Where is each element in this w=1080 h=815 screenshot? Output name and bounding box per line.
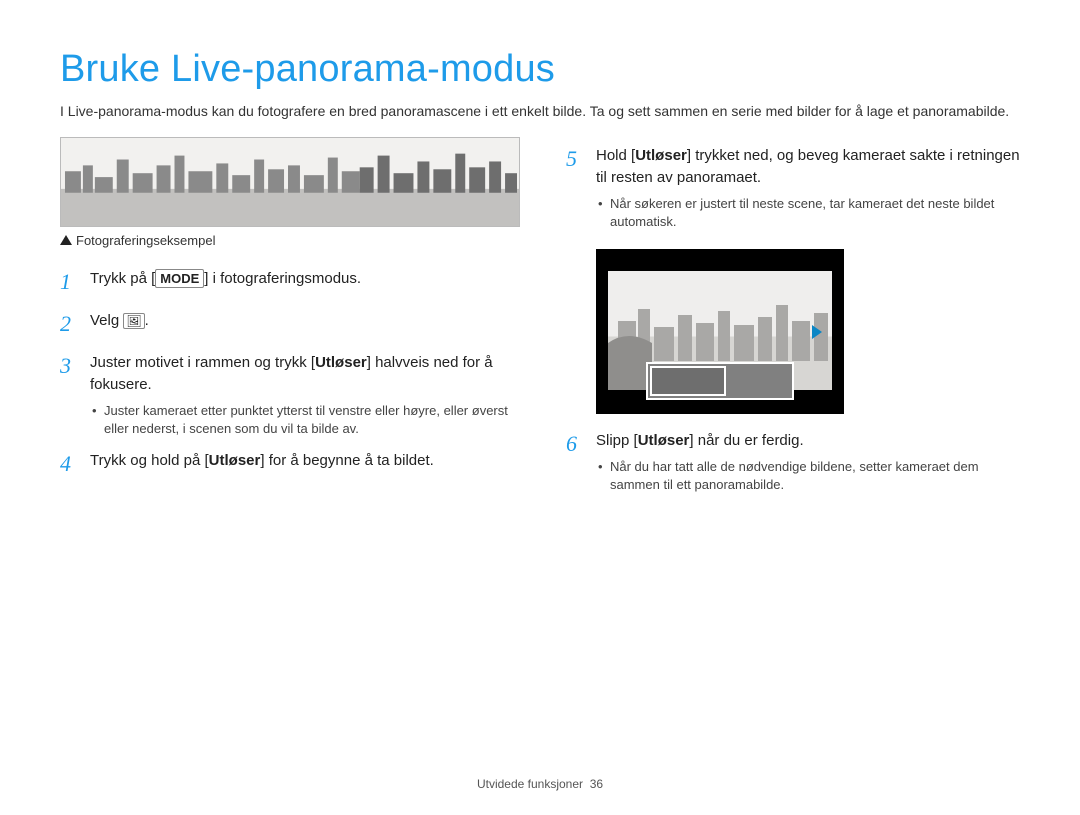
manual-page: Bruke Live-panorama-modus I Live-panoram… <box>0 0 1080 815</box>
step-body: Trykk og hold på [Utløser] for å begynne… <box>90 450 520 472</box>
mode-button-label: MODE <box>155 269 204 288</box>
pan-direction-arrow-icon <box>812 325 822 339</box>
camera-lcd-preview <box>596 249 844 414</box>
steps-list-right: 5 Hold [Utløser] trykket ned, og beveg k… <box>566 145 1020 233</box>
left-column: Fotograferingseksempel 1 Trykk på [MODE]… <box>60 137 520 506</box>
steps-list-right-2: 6 Slipp [Utløser] når du er ferdig. Når … <box>566 430 1020 496</box>
sub-bullet: Når søkeren er justert til neste scene, … <box>596 195 1020 231</box>
step-number: 6 <box>566 428 590 460</box>
page-footer: Utvidede funksjoner 36 <box>0 777 1080 791</box>
step-sub-bullets: Når du har tatt alle de nødvendige bilde… <box>596 452 1020 494</box>
step-6: 6 Slipp [Utløser] når du er ferdig. Når … <box>566 430 1020 496</box>
step-number: 3 <box>60 350 84 382</box>
sub-bullet: Juster kameraet etter punktet ytterst ti… <box>90 402 520 438</box>
step-number: 2 <box>60 308 84 340</box>
step-body: Hold [Utløser] trykket ned, og beveg kam… <box>596 145 1020 233</box>
example-caption-text: Fotograferingseksempel <box>76 233 215 248</box>
captured-frame-indicator <box>650 366 726 396</box>
panorama-example-image <box>60 137 520 227</box>
footer-section-name: Utvidede funksjoner <box>477 777 583 791</box>
step-number: 4 <box>60 448 84 480</box>
step-body: Slipp [Utløser] når du er ferdig. Når du… <box>596 430 1020 496</box>
panorama-mode-icon: 🖼 <box>123 313 144 329</box>
step-sub-bullets: Juster kameraet etter punktet ytterst ti… <box>90 396 520 438</box>
step-3: 3 Juster motivet i rammen og trykk [Utlø… <box>60 352 520 440</box>
intro-paragraph: I Live-panorama-modus kan du fotografere… <box>60 101 1020 121</box>
panorama-progress-strip <box>646 362 794 400</box>
step-body: Juster motivet i rammen og trykk [Utløse… <box>90 352 520 440</box>
step-4: 4 Trykk og hold på [Utløser] for å begyn… <box>60 450 520 482</box>
step-number: 5 <box>566 143 590 175</box>
steps-list-left: 1 Trykk på [MODE] i fotograferingsmodus.… <box>60 268 520 482</box>
example-caption: Fotograferingseksempel <box>60 233 520 248</box>
step-5: 5 Hold [Utløser] trykket ned, og beveg k… <box>566 145 1020 233</box>
step-body: Trykk på [MODE] i fotograferingsmodus. <box>90 268 520 290</box>
page-title: Bruke Live-panorama-modus <box>60 48 1020 91</box>
right-column: 5 Hold [Utløser] trykket ned, og beveg k… <box>566 137 1020 506</box>
two-column-layout: Fotograferingseksempel 1 Trykk på [MODE]… <box>60 137 1020 506</box>
skyline-illustration <box>61 138 519 226</box>
step-number: 1 <box>60 266 84 298</box>
step-1: 1 Trykk på [MODE] i fotograferingsmodus. <box>60 268 520 300</box>
triangle-up-icon <box>60 235 72 245</box>
step-2: 2 Velg 🖼. <box>60 310 520 342</box>
sub-bullet: Når du har tatt alle de nødvendige bilde… <box>596 458 1020 494</box>
page-number: 36 <box>590 777 603 791</box>
step-body: Velg 🖼. <box>90 310 520 332</box>
step-sub-bullets: Når søkeren er justert til neste scene, … <box>596 189 1020 231</box>
